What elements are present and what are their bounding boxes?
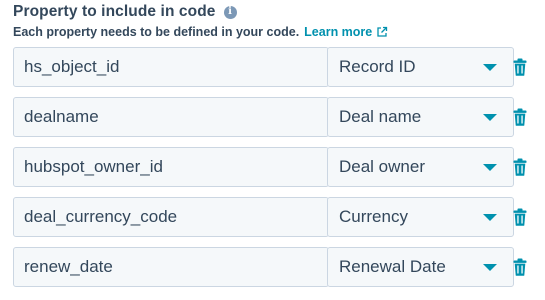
property-name-input[interactable]: deal_currency_code [13, 197, 329, 237]
caret-down-icon [483, 164, 497, 171]
trash-icon[interactable] [513, 58, 527, 76]
property-name-input[interactable]: hs_object_id [13, 47, 329, 87]
property-name-input[interactable]: renew_date [13, 247, 329, 287]
property-name-input[interactable]: hubspot_owner_id [13, 147, 329, 187]
section-title: Property to include in code [13, 3, 216, 20]
property-select-value: Currency [339, 207, 408, 226]
caret-down-icon [483, 214, 497, 221]
property-select-value: Renewal Date [339, 257, 446, 276]
caret-down-icon [483, 64, 497, 71]
info-icon[interactable]: i [223, 5, 237, 19]
property-select[interactable]: Renewal Date [327, 247, 514, 287]
trash-icon[interactable] [513, 108, 527, 126]
property-select[interactable]: Deal owner [327, 147, 514, 187]
subtitle-text: Each property needs to be defined in you… [13, 25, 300, 39]
section-subtitle: Each property needs to be defined in you… [13, 23, 388, 41]
trash-icon[interactable] [513, 158, 527, 176]
property-select[interactable]: Deal name [327, 97, 514, 137]
learn-more-label: Learn more [304, 25, 373, 39]
learn-more-link[interactable]: Learn more [304, 25, 388, 39]
caret-down-icon [483, 264, 497, 271]
property-select-value: Deal name [339, 107, 422, 126]
caret-down-icon [483, 114, 497, 121]
property-select[interactable]: Record ID [327, 47, 514, 87]
property-name-input[interactable]: dealname [13, 97, 329, 137]
trash-icon[interactable] [513, 258, 527, 276]
property-select-value: Deal owner [339, 157, 425, 176]
external-link-icon [377, 26, 388, 37]
property-select[interactable]: Currency [327, 197, 514, 237]
trash-icon[interactable] [513, 208, 527, 226]
property-select-value: Record ID [339, 57, 416, 76]
section-header: Property to include in code i [13, 0, 237, 24]
